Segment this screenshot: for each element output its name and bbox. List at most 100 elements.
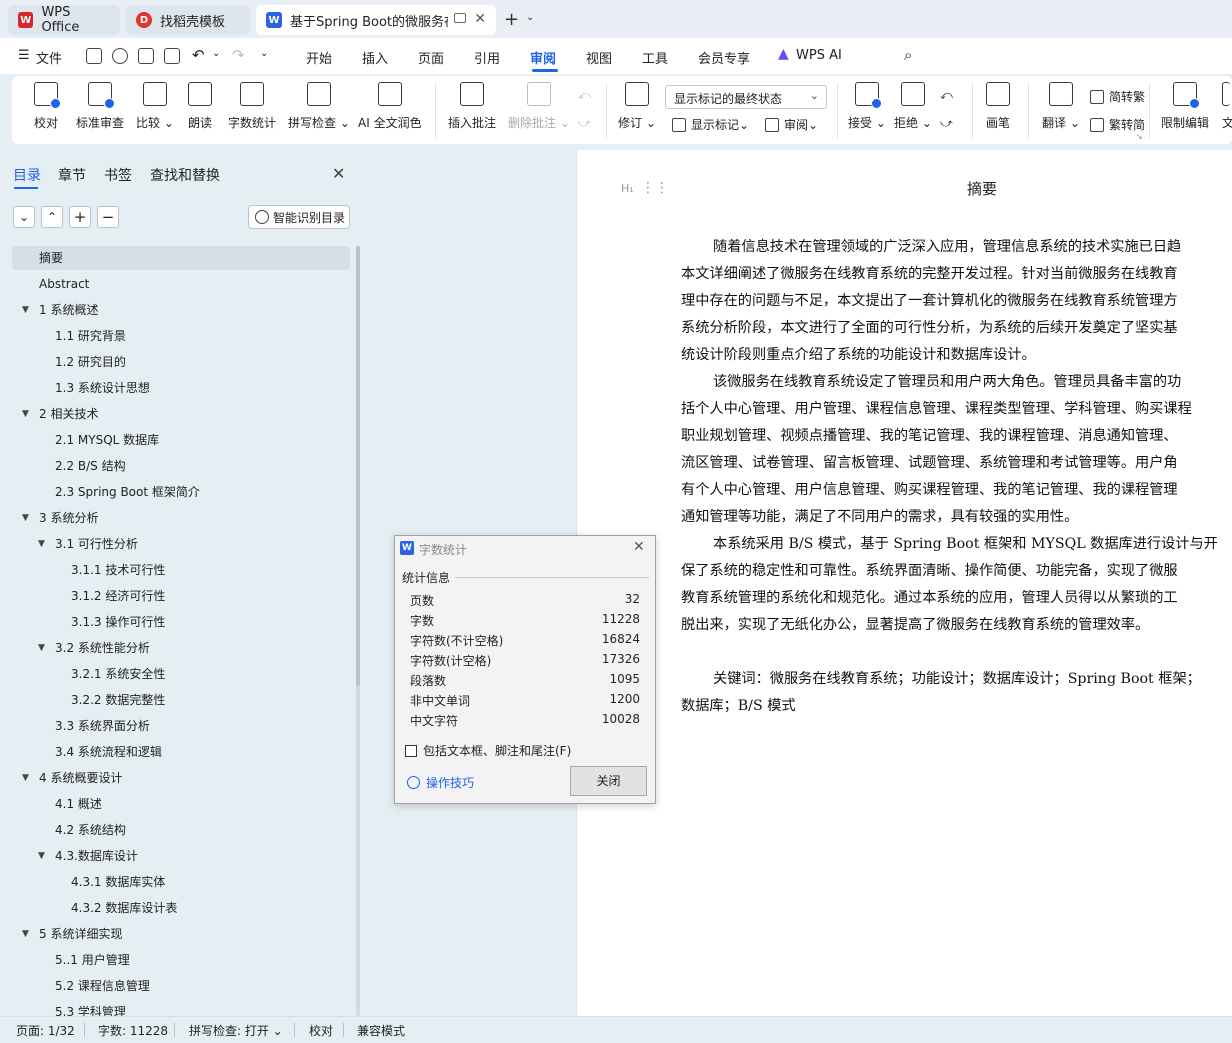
include-textbox-checkbox[interactable]: 包括文本框、脚注和尾注(F) (405, 742, 571, 759)
tab-document[interactable]: W 基于Spring Boot的微服务在 ✕ (256, 5, 496, 35)
toc-item[interactable]: 1.3 系统设计思想 (12, 376, 350, 400)
search-icon[interactable]: ⌕ (904, 46, 912, 64)
toc-item[interactable]: ▼ 1 系统概述 (12, 298, 350, 322)
menu-insert[interactable]: 插入 (362, 48, 388, 67)
add-heading-button[interactable]: + (69, 206, 91, 228)
menu-start[interactable]: 开始 (306, 48, 332, 67)
toc-scrollbar-thumb[interactable] (356, 246, 360, 686)
toc-item[interactable]: ▼ 3 系统分析 (12, 506, 350, 530)
new-tab-plus-icon[interactable]: + (504, 9, 519, 30)
translate-button[interactable]: 翻译 ⌄ (1042, 82, 1080, 131)
menu-reference[interactable]: 引用 (474, 48, 500, 67)
expand-arrow-icon[interactable]: ▼ (38, 844, 45, 868)
expand-arrow-icon[interactable]: ▼ (38, 636, 45, 660)
expand-arrow-icon[interactable]: ▼ (22, 506, 29, 530)
close-icon[interactable]: ✕ (633, 539, 645, 555)
menu-file[interactable]: 文件 (36, 48, 62, 67)
redo-icon[interactable]: ↷ (232, 46, 245, 64)
toc-item[interactable]: 3.1.1 技术可行性 (12, 558, 350, 582)
compare-button[interactable]: 比较 ⌄ (136, 82, 174, 131)
chevron-down-icon[interactable]: ⌄ (212, 48, 220, 59)
expand-arrow-icon[interactable]: ▼ (22, 922, 29, 946)
reject-button[interactable]: 拒绝 ⌄ (894, 82, 932, 131)
std-review-button[interactable]: 标准审查 (76, 82, 124, 131)
toc-item[interactable]: 4.3.1 数据库实体 (12, 870, 350, 894)
toc-item[interactable]: 5.3 学科管理 (12, 1000, 350, 1016)
markup-mode-select[interactable]: 显示标记的最终状态 ⌄ (665, 85, 827, 109)
status-spell-check[interactable]: 拼写检查: 打开 ⌄ (189, 1022, 283, 1039)
menu-member[interactable]: 会员专享 (698, 48, 750, 67)
toc-item[interactable]: 4.2 系统结构 (12, 818, 350, 842)
ink-button[interactable]: 画笔 (986, 82, 1010, 131)
toc-item[interactable]: 3.1.2 经济可行性 (12, 584, 350, 608)
hamburger-icon[interactable]: ☰ (18, 48, 30, 63)
share-icon[interactable] (112, 48, 128, 64)
toc-item[interactable]: 2.3 Spring Boot 框架简介 (12, 480, 350, 504)
toc-item[interactable]: ▼ 5 系统详细实现 (12, 922, 350, 946)
more-button[interactable]: 文 (1222, 82, 1232, 131)
tab-toc[interactable]: 目录 (13, 165, 41, 185)
review-pane-button[interactable]: 审阅 ⌄ (765, 116, 818, 133)
toc-item[interactable]: ▼ 2 相关技术 (12, 402, 350, 426)
menu-tools[interactable]: 工具 (642, 48, 668, 67)
menu-review[interactable]: 审阅 (530, 48, 556, 67)
accept-button[interactable]: 接受 ⌄ (848, 82, 886, 131)
expand-arrow-icon[interactable]: ▼ (38, 532, 45, 556)
toc-item[interactable]: 摘要 (12, 246, 350, 270)
toc-item[interactable]: ▼ 3.1 可行性分析 (12, 532, 350, 556)
toc-item[interactable]: ▼ 4.3.数据库设计 (12, 844, 350, 868)
toc-item[interactable]: 3.4 系统流程和逻辑 (12, 740, 350, 764)
menu-view[interactable]: 视图 (586, 48, 612, 67)
tab-wps-office[interactable]: W WPS Office (8, 5, 120, 35)
spell-check-button[interactable]: 拼写检查 ⌄ (288, 82, 350, 131)
status-proof[interactable]: 校对 (309, 1022, 333, 1039)
expand-arrow-icon[interactable]: ▼ (22, 766, 29, 790)
document-page[interactable]: H₁ ⋮⋮ 摘要 随着信息技术在管理领域的广泛深入应用，管理信息系统的技术实施已… (576, 150, 1232, 1016)
screen-icon[interactable] (454, 13, 466, 23)
collapse-down-button[interactable]: ⌄ (13, 206, 35, 228)
toc-item[interactable]: 4.1 概述 (12, 792, 350, 816)
undo-icon[interactable]: ↶ (192, 46, 205, 64)
toc-item[interactable]: 3.1.3 操作可行性 (12, 610, 350, 634)
expand-arrow-icon[interactable]: ▼ (22, 402, 29, 426)
toc-item[interactable]: 2.1 MYSQL 数据库 (12, 428, 350, 452)
chevron-down-icon[interactable]: ⌄ (260, 48, 268, 59)
toc-item[interactable]: Abstract (12, 272, 350, 296)
tips-link[interactable]: 操作技巧 (407, 774, 474, 791)
revise-button[interactable]: 修订 ⌄ (618, 82, 656, 131)
toc-item[interactable]: 4.3.2 数据库设计表 (12, 896, 350, 920)
tab-find-replace[interactable]: 查找和替换 (150, 165, 220, 185)
toc-item[interactable]: 3.2.2 数据完整性 (12, 688, 350, 712)
collapse-up-button[interactable]: ⌃ (41, 206, 63, 228)
close-button[interactable]: 关闭 (570, 766, 647, 796)
checkbox-box[interactable] (405, 744, 417, 757)
remove-heading-button[interactable]: − (97, 206, 119, 228)
print-icon[interactable] (138, 48, 154, 64)
read-aloud-button[interactable]: 朗读 (188, 82, 212, 131)
ai-polish-button[interactable]: AI 全文润色 (358, 82, 422, 131)
chevron-down-icon[interactable]: ⌄ (526, 12, 534, 23)
expand-arrow-icon[interactable]: ▼ (22, 298, 29, 322)
close-icon[interactable]: ✕ (332, 164, 345, 183)
menu-wps-ai[interactable]: WPS AI (796, 48, 842, 63)
expand-corner-icon[interactable]: ↘ (1136, 132, 1143, 141)
toc-item[interactable]: 5.2 课程信息管理 (12, 974, 350, 998)
tab-bookmarks[interactable]: 书签 (104, 165, 132, 185)
status-page[interactable]: 页面: 1/32 (16, 1022, 75, 1039)
toc-item[interactable]: ▼ 4 系统概要设计 (12, 766, 350, 790)
toc-item[interactable]: 1.1 研究背景 (12, 324, 350, 348)
trad-to-simp-button[interactable]: 繁转简 (1090, 116, 1145, 133)
restrict-edit-button[interactable]: 限制编辑 (1161, 82, 1209, 131)
next-comment-icon[interactable]: ⤻ (578, 116, 591, 131)
toc-item[interactable]: 5..1 用户管理 (12, 948, 350, 972)
toc-item[interactable]: 3.2.1 系统安全性 (12, 662, 350, 686)
menu-page[interactable]: 页面 (418, 48, 444, 67)
tab-chapters[interactable]: 章节 (58, 165, 86, 185)
show-markup-button[interactable]: 显示标记 ⌄ (672, 116, 749, 133)
next-change-icon[interactable]: ⤻ (940, 116, 953, 131)
tab-daoke-templates[interactable]: D 找稻壳模板 (126, 5, 250, 35)
toc-item[interactable]: 3.3 系统界面分析 (12, 714, 350, 738)
word-count-button[interactable]: 字数统计 (228, 82, 276, 131)
insert-comment-button[interactable]: 插入批注 (448, 82, 496, 131)
save-icon[interactable] (86, 48, 102, 64)
